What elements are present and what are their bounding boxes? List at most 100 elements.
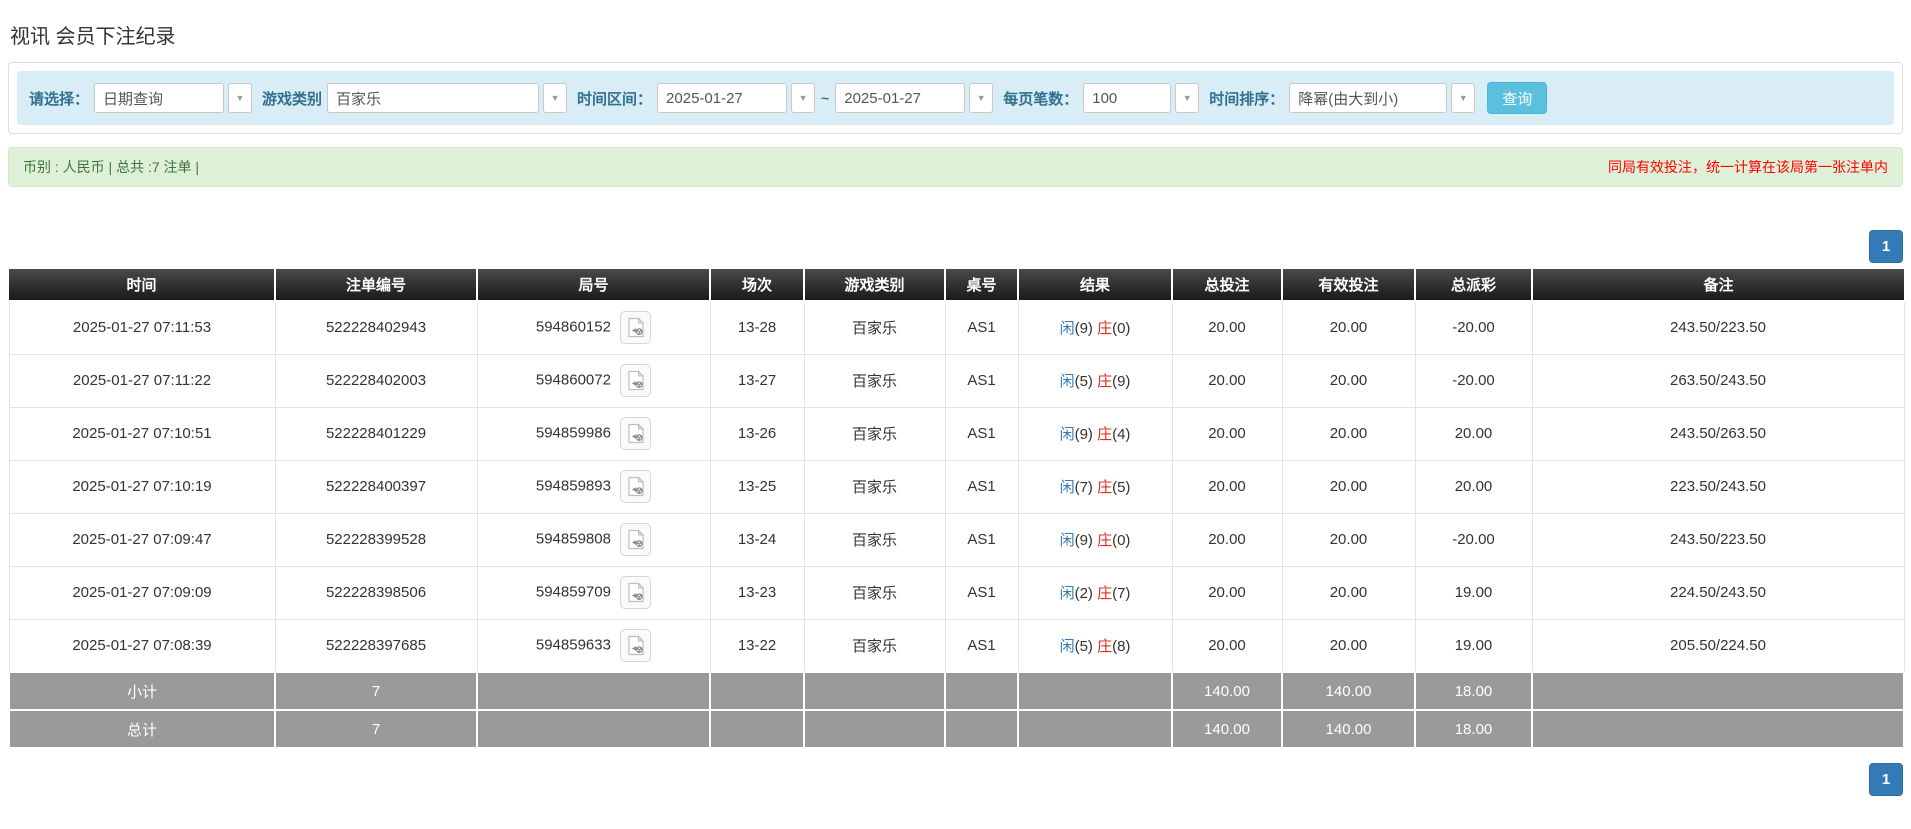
column-header-10: 备注 <box>1532 269 1904 302</box>
date-from-value[interactable]: 2025-01-27 <box>657 83 788 113</box>
result-banker-score: (5) <box>1112 479 1131 496</box>
page-title: 视讯 会员下注纪录 <box>10 26 176 48</box>
game-category-combobox[interactable]: 百家乐 ▼ <box>327 83 568 113</box>
game-category-value[interactable]: 百家乐 <box>327 83 540 113</box>
cell-game-category: 百家乐 <box>803 406 946 461</box>
cell-total-bet[interactable]: 20.00 <box>1171 459 1283 514</box>
video-replay-button[interactable] <box>620 311 652 345</box>
cell-bet-id: 522228400397 <box>274 459 478 514</box>
video-replay-button[interactable] <box>620 523 652 556</box>
result-banker-label: 庄 <box>1097 320 1113 338</box>
cell-game-category: 百家乐 <box>803 565 946 620</box>
page-button-1[interactable]: 1 <box>1869 230 1903 263</box>
cell-result: 闲(9) 庄(0) <box>1017 512 1173 567</box>
chevron-down-icon[interactable]: ▼ <box>1175 83 1200 113</box>
cell-round-id: 594859808 <box>476 512 711 567</box>
page-button-1[interactable]: 1 <box>1869 763 1903 796</box>
round-id-text: 594859986 <box>535 424 611 442</box>
grandtotal-label: 总计 <box>8 709 276 749</box>
cell-total-bet[interactable]: 20.00 <box>1171 406 1283 461</box>
cell-total-bet[interactable]: 20.00 <box>1171 353 1283 408</box>
date-to-combobox[interactable]: 2025-01-27 ▼ <box>835 83 994 113</box>
page-size-value[interactable]: 100 <box>1083 83 1172 113</box>
result-player-score: (2) <box>1074 585 1098 602</box>
cell-remark: 243.50/263.50 <box>1531 406 1905 461</box>
cell-payout: -20.00 <box>1414 353 1533 408</box>
grandtotal-empty <box>1531 709 1905 749</box>
round-id-text: 594859808 <box>535 530 611 548</box>
chevron-down-icon[interactable]: ▼ <box>228 83 253 113</box>
cell-remark: 243.50/223.50 <box>1531 512 1905 567</box>
video-replay-icon <box>628 423 645 444</box>
video-replay-button[interactable] <box>620 364 652 397</box>
result-player-score: (7) <box>1074 479 1098 496</box>
cell-session: 13-24 <box>709 512 805 567</box>
result-player-label: 闲 <box>1059 320 1075 338</box>
cell-total-bet[interactable]: 20.00 <box>1171 512 1283 567</box>
result-player-score: (9) <box>1074 320 1098 338</box>
pagination-bottom: 1 <box>8 763 1903 796</box>
cell-bet-id: 522228402943 <box>274 300 478 355</box>
cell-session: 13-25 <box>709 459 805 514</box>
table-row: 2025-01-27 07:11:22 522228402003 594860072… <box>8 353 1905 408</box>
chevron-down-icon[interactable]: ▼ <box>1451 83 1476 113</box>
cell-bet-id: 522228401229 <box>274 406 478 461</box>
column-header-9: 总派彩 <box>1415 269 1533 302</box>
query-type-combobox[interactable]: 日期查询 ▼ <box>94 83 253 113</box>
round-id-text: 594860152 <box>535 318 611 336</box>
result-player-label: 闲 <box>1059 585 1075 602</box>
chevron-down-icon[interactable]: ▼ <box>969 83 994 113</box>
video-replay-button[interactable] <box>620 470 652 503</box>
result-player-score: (9) <box>1074 532 1098 549</box>
cell-session: 13-23 <box>709 565 805 620</box>
table-row: 2025-01-27 07:09:09 522228398506 594859709… <box>8 565 1905 620</box>
date-to-value[interactable]: 2025-01-27 <box>835 83 966 113</box>
cell-round-id: 594859893 <box>476 459 711 514</box>
cell-remark: 263.50/243.50 <box>1531 353 1905 408</box>
search-button[interactable]: 查询 <box>1487 82 1548 114</box>
column-header-2: 局号 <box>477 269 711 302</box>
grandtotal-empty <box>1017 709 1173 749</box>
result-banker-label: 庄 <box>1097 532 1113 549</box>
column-header-6: 结果 <box>1018 269 1173 302</box>
round-id-text: 594859893 <box>535 477 611 495</box>
column-header-8: 有效投注 <box>1282 269 1416 302</box>
cell-session: 13-28 <box>709 300 805 355</box>
cell-payout: 19.00 <box>1414 565 1533 620</box>
round-id-text: 594860072 <box>535 371 611 389</box>
video-replay-button[interactable] <box>620 576 652 609</box>
result-banker-label: 庄 <box>1097 585 1113 602</box>
video-replay-icon <box>628 635 645 655</box>
query-type-value[interactable]: 日期查询 <box>94 83 225 113</box>
chevron-down-icon[interactable]: ▼ <box>543 83 568 113</box>
cell-round-id: 594859709 <box>476 565 711 620</box>
result-player-score: (9) <box>1074 426 1098 443</box>
result-banker-label: 庄 <box>1097 637 1113 655</box>
sort-order-value[interactable]: 降幂(由大到小) <box>1289 83 1448 113</box>
query-type-label: 请选择： <box>29 90 90 108</box>
cell-remark: 224.50/243.50 <box>1531 565 1905 620</box>
cell-round-id: 594860152 <box>476 300 711 355</box>
grandtotal-empty <box>709 709 805 749</box>
grandtotal-empty <box>944 709 1019 749</box>
date-from-combobox[interactable]: 2025-01-27 ▼ <box>657 83 816 113</box>
filter-panel: 请选择： 日期查询 ▼ 游戏类别 百家乐 ▼ 时间区间： 2025-01-27 … <box>8 62 1903 134</box>
cell-session: 13-27 <box>709 353 805 408</box>
video-replay-icon <box>628 529 645 550</box>
cell-total-bet[interactable]: 20.00 <box>1171 300 1283 355</box>
chevron-down-icon[interactable]: ▼ <box>791 83 816 113</box>
video-replay-button[interactable] <box>620 628 652 662</box>
result-player-label: 闲 <box>1059 479 1075 496</box>
cell-game-category: 百家乐 <box>803 300 946 355</box>
cell-total-bet[interactable]: 20.00 <box>1171 618 1283 673</box>
cell-table-no: AS1 <box>944 459 1019 514</box>
page-size-combobox[interactable]: 100 ▼ <box>1083 83 1200 113</box>
video-replay-button[interactable] <box>620 417 652 450</box>
filter-bar: 请选择： 日期查询 ▼ 游戏类别 百家乐 ▼ 时间区间： 2025-01-27 … <box>17 71 1894 125</box>
result-banker-score: (8) <box>1112 637 1131 655</box>
cell-total-bet[interactable]: 20.00 <box>1171 565 1283 620</box>
valid-bet-note: 同局有效投注，统一计算在该局第一张注单内 <box>1608 159 1888 175</box>
sort-order-combobox[interactable]: 降幂(由大到小) ▼ <box>1289 83 1476 113</box>
table-header-row: 时间 注单编号 局号 场次 游戏类别 桌号 结果 总投注 有效投注 总派彩 备注 <box>9 269 1904 302</box>
subtotal-empty <box>709 671 805 711</box>
